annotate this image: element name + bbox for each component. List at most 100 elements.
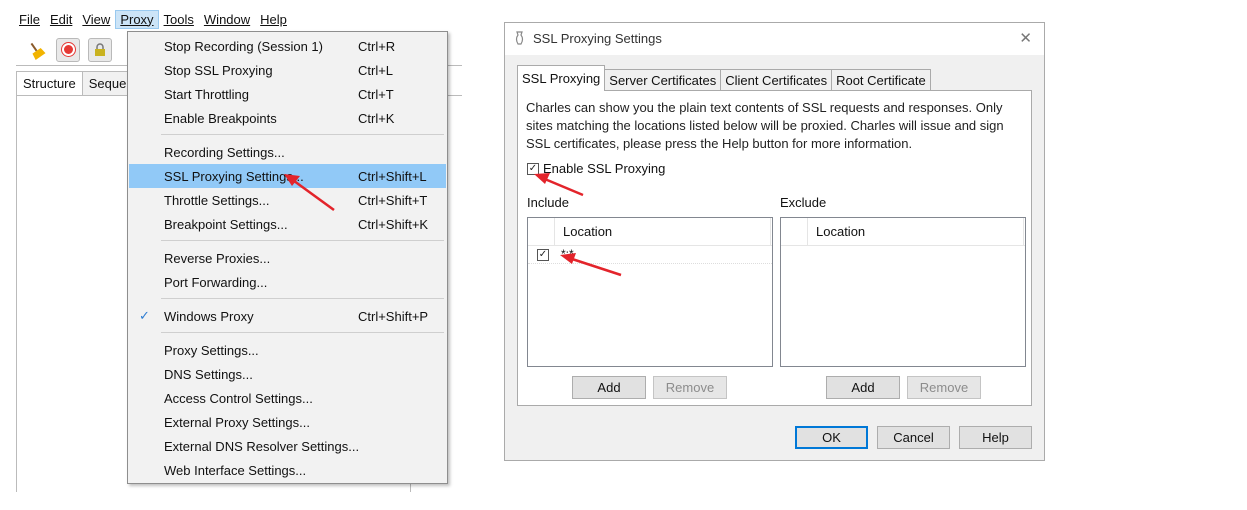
checkbox-checked-icon: ✓: [527, 162, 539, 175]
menu-item-access-control-settings[interactable]: Access Control Settings...: [129, 386, 446, 410]
menu-proxy[interactable]: Proxy: [115, 9, 159, 29]
exclude-list-header: Location: [781, 218, 1025, 246]
menu-item-stop-ssl-proxying[interactable]: Stop SSL Proxying Ctrl+L: [129, 58, 446, 82]
menu-item-windows-proxy[interactable]: ✓ Windows Proxy Ctrl+Shift+P: [129, 304, 446, 328]
menu-item-shortcut: Ctrl+R: [358, 38, 396, 54]
table-row[interactable]: ✓ *:*: [528, 246, 772, 264]
menu-item-label: Breakpoint Settings...: [164, 216, 288, 232]
dialog-title: SSL Proxying Settings: [533, 31, 662, 46]
ssl-lock-icon[interactable]: [88, 37, 112, 62]
cancel-button[interactable]: Cancel: [877, 426, 950, 449]
lock-icon: [95, 42, 105, 56]
exclude-remove-button[interactable]: Remove: [907, 376, 981, 399]
menu-item-label: Port Forwarding...: [164, 274, 268, 290]
location-value: *:*: [561, 247, 574, 261]
menu-edit[interactable]: Edit: [45, 10, 77, 29]
menu-file[interactable]: File: [14, 10, 45, 29]
include-label: Include: [527, 195, 569, 210]
include-list-header: Location: [528, 218, 772, 246]
menu-item-dns-settings[interactable]: DNS Settings...: [129, 362, 446, 386]
menu-item-label: Stop SSL Proxying: [164, 62, 273, 78]
location-column-header[interactable]: Location: [816, 224, 865, 239]
broom-icon[interactable]: [19, 33, 52, 66]
exclude-list[interactable]: Location: [780, 217, 1026, 367]
exclude-add-button[interactable]: Add: [826, 376, 900, 399]
menu-item-start-throttling[interactable]: Start Throttling Ctrl+T: [129, 82, 446, 106]
menu-item-shortcut: Ctrl+L: [358, 62, 394, 78]
menu-item-web-interface-settings[interactable]: Web Interface Settings...: [129, 458, 446, 482]
column-divider: [770, 218, 771, 246]
include-list[interactable]: Location ✓ *:*: [527, 217, 773, 367]
menu-item-label: Web Interface Settings...: [164, 462, 307, 478]
location-column-header[interactable]: Location: [563, 224, 612, 239]
menu-item-label: Access Control Settings...: [164, 390, 313, 406]
menu-item-enable-breakpoints[interactable]: Enable Breakpoints Ctrl+K: [129, 106, 446, 130]
include-remove-button[interactable]: Remove: [653, 376, 727, 399]
menu-item-label: External Proxy Settings...: [164, 414, 310, 430]
menu-item-proxy-settings[interactable]: Proxy Settings...: [129, 338, 446, 362]
record-icon[interactable]: [56, 37, 80, 62]
menu-item-shortcut: Ctrl+Shift+T: [358, 192, 428, 208]
checkmark-icon: ✓: [139, 308, 150, 323]
menu-item-port-forwarding[interactable]: Port Forwarding...: [129, 270, 446, 294]
menu-item-shortcut: Ctrl+Shift+L: [358, 168, 427, 184]
menu-item-ssl-proxying-settings[interactable]: SSL Proxying Settings... Ctrl+Shift+L: [129, 164, 446, 188]
tab-structure[interactable]: Structure: [16, 71, 83, 95]
row-checkbox-icon[interactable]: ✓: [537, 249, 549, 261]
column-divider: [1023, 218, 1024, 246]
dialog-tabs: SSL Proxying Server Certificates Client …: [517, 65, 931, 91]
menu-item-shortcut: Ctrl+Shift+P: [358, 308, 429, 324]
menu-item-label: Proxy Settings...: [164, 342, 259, 358]
menu-item-reverse-proxies[interactable]: Reverse Proxies...: [129, 246, 446, 270]
tab-server-certificates[interactable]: Server Certificates: [604, 69, 722, 91]
menu-item-label: DNS Settings...: [164, 366, 253, 382]
include-add-button[interactable]: Add: [572, 376, 646, 399]
menu-help[interactable]: Help: [255, 10, 292, 29]
exclude-label: Exclude: [780, 195, 827, 210]
tab-ssl-proxying[interactable]: SSL Proxying: [517, 65, 606, 91]
tab-client-certificates[interactable]: Client Certificates: [720, 69, 833, 91]
enable-ssl-proxying-label: Enable SSL Proxying: [543, 161, 666, 176]
menu-item-label: Enable Breakpoints: [164, 110, 277, 126]
enabled-column-header[interactable]: [528, 218, 555, 246]
tab-root-certificate[interactable]: Root Certificate: [831, 69, 931, 91]
menu-item-external-dns-resolver-settings[interactable]: External DNS Resolver Settings...: [129, 434, 446, 458]
menu-item-throttle-settings[interactable]: Throttle Settings... Ctrl+Shift+T: [129, 188, 446, 212]
menu-view[interactable]: View: [77, 10, 115, 29]
ssl-proxying-settings-dialog: SSL Proxying Settings ✕ SSL Proxying Ser…: [504, 22, 1045, 461]
menu-item-label: SSL Proxying Settings...: [164, 168, 304, 184]
tab-sequence[interactable]: Seque: [81, 71, 134, 95]
menu-item-label: Recording Settings...: [164, 144, 285, 160]
app-icon: [515, 31, 524, 48]
menu-item-external-proxy-settings[interactable]: External Proxy Settings...: [129, 410, 446, 434]
dialog-titlebar: SSL Proxying Settings ✕: [505, 23, 1044, 55]
menu-separator: [161, 298, 444, 299]
menu-separator: [161, 240, 444, 241]
menu-item-stop-recording[interactable]: Stop Recording (Session 1) Ctrl+R: [129, 34, 446, 58]
description-text: Charles can show you the plain text cont…: [526, 100, 1004, 151]
ssl-proxying-panel: Charles can show you the plain text cont…: [517, 90, 1032, 406]
menu-item-label: External DNS Resolver Settings...: [164, 438, 360, 454]
menu-separator: [161, 332, 444, 333]
help-button[interactable]: Help: [959, 426, 1032, 449]
menu-item-label: Throttle Settings...: [164, 192, 270, 208]
enabled-column-header[interactable]: [781, 218, 808, 246]
broom-icon-glyph: [30, 42, 46, 60]
menu-item-label: Windows Proxy: [164, 308, 254, 324]
menu-item-label: Stop Recording (Session 1): [164, 38, 323, 54]
menu-tools[interactable]: Tools: [159, 10, 199, 29]
ok-button[interactable]: OK: [795, 426, 868, 449]
menu-window[interactable]: Window: [199, 10, 255, 29]
menu-separator: [161, 134, 444, 135]
menu-item-recording-settings[interactable]: Recording Settings...: [129, 140, 446, 164]
menu-item-label: Start Throttling: [164, 86, 250, 102]
menubar: File Edit View Proxy Tools Window Help: [14, 8, 292, 30]
close-icon[interactable]: ✕: [1019, 29, 1032, 47]
menu-item-label: Reverse Proxies...: [164, 250, 271, 266]
menu-item-breakpoint-settings[interactable]: Breakpoint Settings... Ctrl+Shift+K: [129, 212, 446, 236]
menu-item-shortcut: Ctrl+K: [358, 110, 395, 126]
enable-ssl-proxying-checkbox[interactable]: ✓ Enable SSL Proxying: [527, 161, 665, 176]
menu-item-shortcut: Ctrl+T: [358, 86, 394, 102]
menu-item-shortcut: Ctrl+Shift+K: [358, 216, 429, 232]
proxy-menu: Stop Recording (Session 1) Ctrl+R Stop S…: [127, 31, 448, 484]
